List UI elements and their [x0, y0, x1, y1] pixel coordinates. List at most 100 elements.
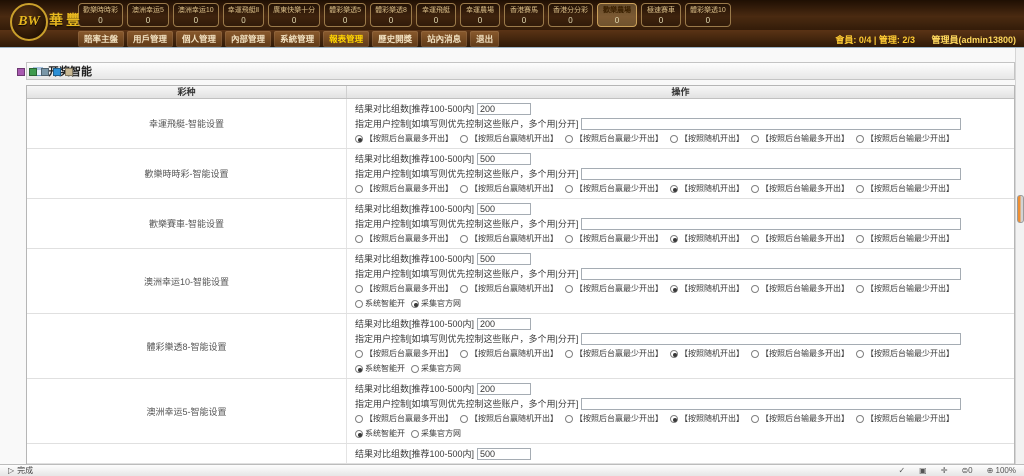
nav-item[interactable]: 用戶管理: [127, 31, 173, 47]
user-control-input[interactable]: [581, 118, 961, 130]
radio-icon[interactable]: [565, 135, 573, 143]
lottery-stat-box[interactable]: 歡樂農場0: [597, 3, 637, 27]
compare-count-input[interactable]: [477, 253, 531, 265]
radio-icon[interactable]: [460, 185, 468, 193]
radio-icon[interactable]: [355, 185, 363, 193]
radio-icon[interactable]: [856, 415, 864, 423]
zoom-icon[interactable]: ⊕: [987, 466, 994, 475]
radio-icon[interactable]: [460, 350, 468, 358]
draw-mode-option[interactable]: 【按照后台赢随机开出】: [460, 233, 558, 244]
radio-icon[interactable]: [670, 415, 678, 423]
draw-mode-option[interactable]: 【按照后台赢最少开出】: [565, 283, 663, 294]
draw-mode-option[interactable]: 【按照后台赢最少开出】: [565, 183, 663, 194]
lottery-stat-box[interactable]: 體彩樂透100: [685, 3, 731, 27]
radio-icon[interactable]: [460, 415, 468, 423]
nav-item[interactable]: 賠率主盤: [78, 31, 124, 47]
lottery-stat-box[interactable]: 體彩樂透50: [324, 3, 366, 27]
draw-mode-option[interactable]: 【按照随机开出】: [670, 413, 744, 424]
lottery-stat-box[interactable]: 極速賽車0: [641, 3, 681, 27]
lottery-stat-box[interactable]: 廣東快樂十分0: [268, 3, 320, 27]
source-mode-option[interactable]: 采集官方网: [411, 428, 461, 439]
radio-icon[interactable]: [355, 430, 363, 438]
draw-mode-option[interactable]: 【按照后台赢最多开出】: [355, 233, 453, 244]
compare-count-input[interactable]: [477, 448, 531, 460]
radio-icon[interactable]: [856, 285, 864, 293]
color-swatch[interactable]: [41, 68, 49, 76]
draw-mode-option[interactable]: 【按照随机开出】: [670, 233, 744, 244]
draw-mode-option[interactable]: 【按照后台输最少开出】: [856, 348, 954, 359]
radio-icon[interactable]: [856, 235, 864, 243]
radio-icon[interactable]: [670, 235, 678, 243]
nav-item[interactable]: 退出: [470, 31, 499, 47]
draw-mode-option[interactable]: 【按照后台赢最少开出】: [565, 233, 663, 244]
radio-icon[interactable]: [460, 235, 468, 243]
radio-icon[interactable]: [355, 350, 363, 358]
radio-icon[interactable]: [565, 415, 573, 423]
vertical-scrollbar[interactable]: [1015, 48, 1024, 464]
nav-item[interactable]: 個人管理: [176, 31, 222, 47]
radio-icon[interactable]: [355, 300, 363, 308]
lottery-stat-box[interactable]: 體彩樂透80: [370, 3, 412, 27]
user-control-input[interactable]: [581, 268, 961, 280]
draw-mode-option[interactable]: 【按照后台输最多开出】: [751, 348, 849, 359]
draw-mode-option[interactable]: 【按照后台赢最少开出】: [565, 413, 663, 424]
lottery-stat-box[interactable]: 幸運飛艇0: [416, 3, 456, 27]
compare-count-input[interactable]: [477, 103, 531, 115]
draw-mode-option[interactable]: 【按照后台赢随机开出】: [460, 413, 558, 424]
lottery-stat-box[interactable]: 香港賽馬0: [504, 3, 544, 27]
source-mode-option[interactable]: 系统智能开: [355, 428, 405, 439]
radio-icon[interactable]: [565, 285, 573, 293]
draw-mode-option[interactable]: 【按照后台赢随机开出】: [460, 348, 558, 359]
draw-mode-option[interactable]: 【按照后台输最少开出】: [856, 413, 954, 424]
radio-icon[interactable]: [670, 135, 678, 143]
radio-icon[interactable]: [411, 430, 419, 438]
radio-icon[interactable]: [751, 350, 759, 358]
nav-item[interactable]: 歷史開獎: [372, 31, 418, 47]
radio-icon[interactable]: [856, 135, 864, 143]
draw-mode-option[interactable]: 【按照后台赢最多开出】: [355, 283, 453, 294]
radio-icon[interactable]: [751, 235, 759, 243]
draw-mode-option[interactable]: 【按照后台输最少开出】: [856, 283, 954, 294]
radio-icon[interactable]: [751, 285, 759, 293]
draw-mode-option[interactable]: 【按照后台赢最多开出】: [355, 133, 453, 144]
lottery-stat-box[interactable]: 歡樂時時彩0: [78, 3, 123, 27]
draw-mode-option[interactable]: 【按照后台输最少开出】: [856, 233, 954, 244]
source-mode-option[interactable]: 采集官方网: [411, 363, 461, 374]
draw-mode-option[interactable]: 【按照随机开出】: [670, 283, 744, 294]
user-control-input[interactable]: [581, 333, 961, 345]
lottery-stat-box[interactable]: 幸運農場0: [460, 3, 500, 27]
draw-mode-option[interactable]: 【按照后台输最少开出】: [856, 183, 954, 194]
compare-count-input[interactable]: [477, 383, 531, 395]
radio-icon[interactable]: [751, 185, 759, 193]
draw-mode-option[interactable]: 【按照后台输最多开出】: [751, 233, 849, 244]
draw-mode-option[interactable]: 【按照后台输最多开出】: [751, 283, 849, 294]
draw-mode-option[interactable]: 【按照后台输最多开出】: [751, 133, 849, 144]
nav-item[interactable]: 站內消息: [421, 31, 467, 47]
color-swatch[interactable]: [29, 68, 37, 76]
radio-icon[interactable]: [355, 235, 363, 243]
source-mode-option[interactable]: 采集官方网: [411, 298, 461, 309]
color-swatch[interactable]: [17, 68, 25, 76]
compare-count-input[interactable]: [477, 318, 531, 330]
radio-icon[interactable]: [355, 285, 363, 293]
radio-icon[interactable]: [460, 285, 468, 293]
draw-mode-option[interactable]: 【按照后台输最多开出】: [751, 413, 849, 424]
zoom-control[interactable]: ⊕ 100%: [987, 466, 1016, 475]
draw-mode-option[interactable]: 【按照后台赢随机开出】: [460, 183, 558, 194]
source-mode-option[interactable]: 系统智能开: [355, 363, 405, 374]
radio-icon[interactable]: [411, 365, 419, 373]
radio-icon[interactable]: [670, 185, 678, 193]
draw-mode-option[interactable]: 【按照后台输最少开出】: [856, 133, 954, 144]
draw-mode-option[interactable]: 【按照后台赢随机开出】: [460, 133, 558, 144]
radio-icon[interactable]: [856, 350, 864, 358]
lottery-stat-box[interactable]: 幸運飛艇Ⅱ0: [223, 3, 264, 27]
compare-count-input[interactable]: [477, 203, 531, 215]
user-control-input[interactable]: [581, 168, 961, 180]
user-control-input[interactable]: [581, 398, 961, 410]
nav-item[interactable]: 報表管理: [323, 31, 369, 47]
radio-icon[interactable]: [355, 365, 363, 373]
lottery-stat-box[interactable]: 澳洲幸运50: [127, 3, 169, 27]
radio-icon[interactable]: [751, 415, 759, 423]
color-swatch[interactable]: [53, 68, 61, 76]
radio-icon[interactable]: [411, 300, 419, 308]
